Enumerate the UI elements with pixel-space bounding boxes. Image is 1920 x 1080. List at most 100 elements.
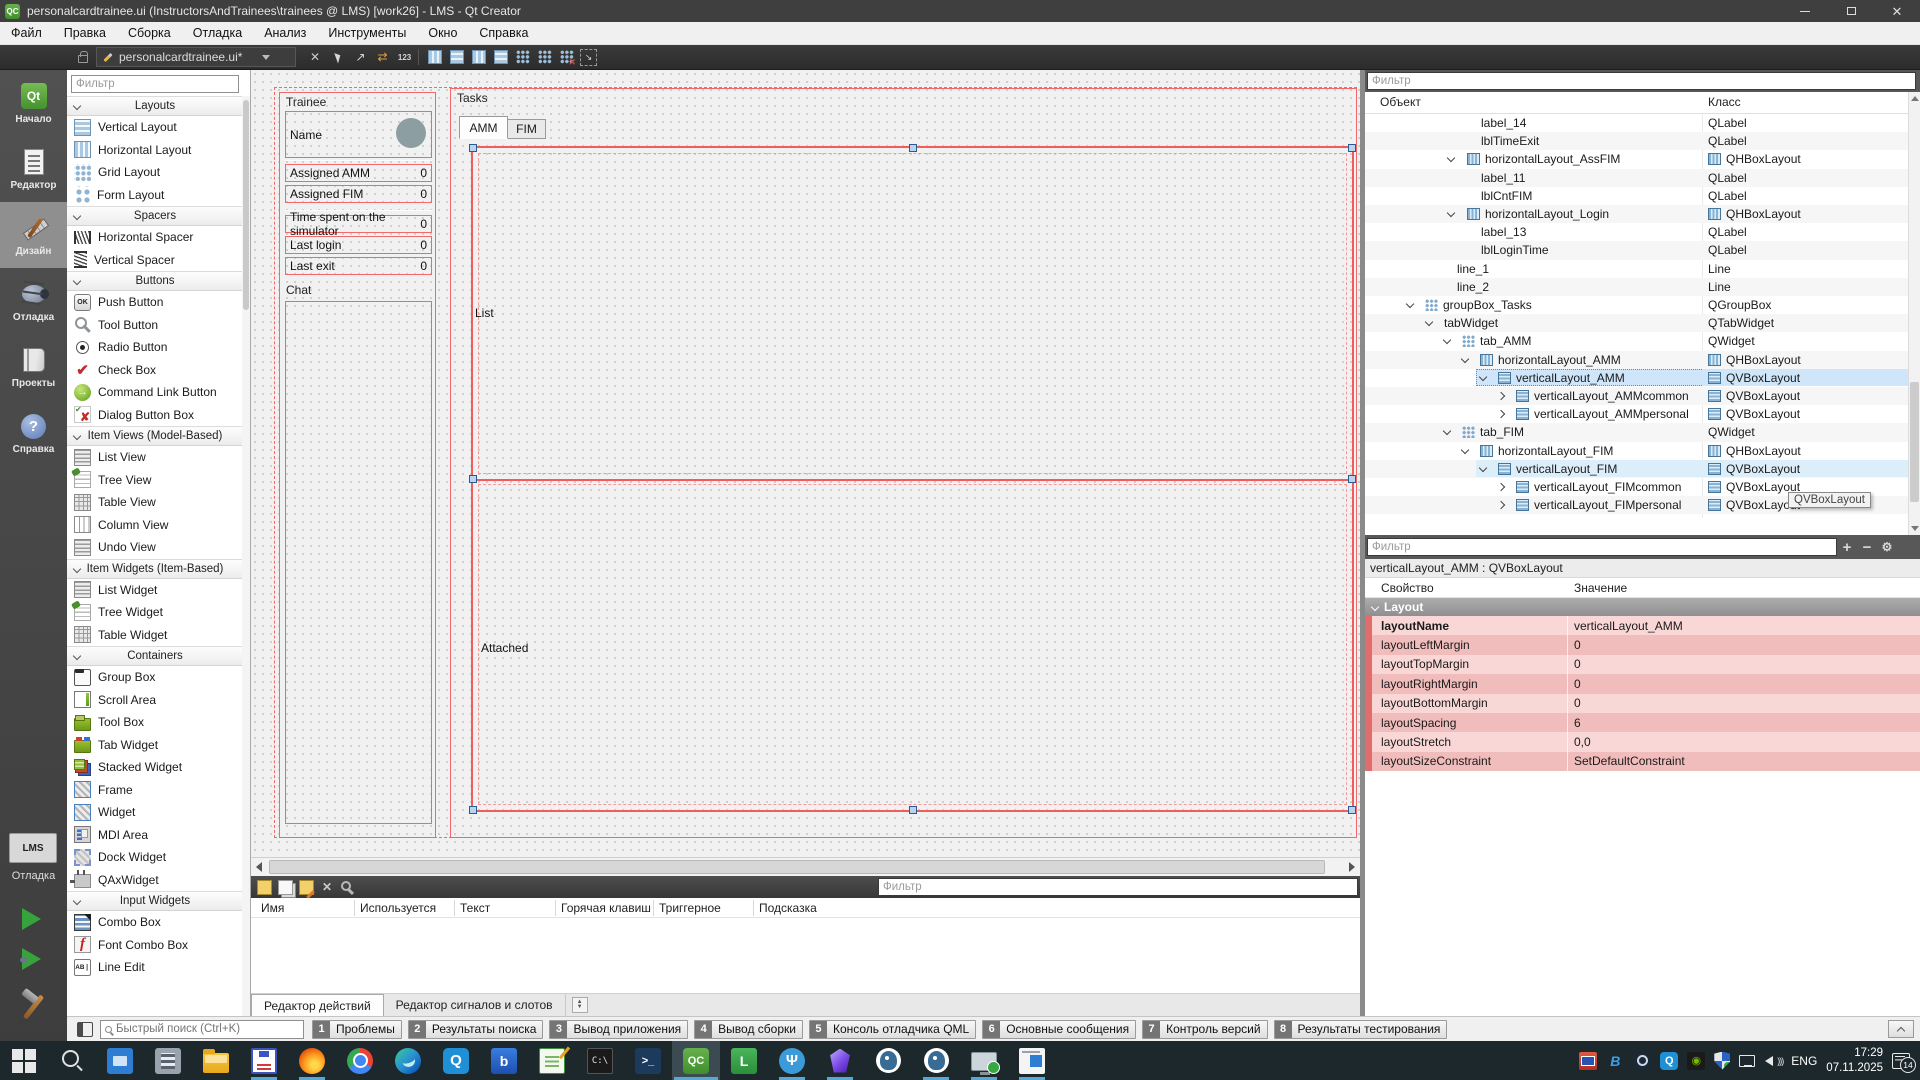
widget-item-table-widget[interactable]: Table Widget <box>67 624 243 647</box>
layout-grid-icon[interactable] <box>536 49 553 66</box>
scrollbar-thumb[interactable] <box>1910 382 1919 502</box>
property-row-layoutName[interactable]: layoutNameverticalLayout_AMM <box>1365 616 1920 635</box>
tree-row-label_13[interactable]: label_13QLabel <box>1365 223 1908 241</box>
close-button[interactable]: ✕ <box>1874 0 1920 22</box>
tree-row-horizontalLayout_Login[interactable]: horizontalLayout_LoginQHBoxLayout <box>1365 205 1908 223</box>
run-button[interactable] <box>22 908 41 930</box>
output-pane-Результаты поиска[interactable]: 2Результаты поиска <box>408 1020 544 1039</box>
property-column-label[interactable]: Свойство <box>1381 581 1434 595</box>
widget-item-tree-widget[interactable]: Tree Widget <box>67 601 243 624</box>
tab-splitter-button[interactable]: ▲▼ <box>572 997 588 1013</box>
mail-tray-icon[interactable] <box>1579 1052 1597 1070</box>
tree-row-line_2[interactable]: line_2Line <box>1365 278 1908 296</box>
widget-item-line-edit[interactable]: Line Edit <box>67 956 243 979</box>
object-tree-scrollbar[interactable] <box>1908 92 1920 535</box>
action-settings-button[interactable] <box>341 880 356 895</box>
minimize-button[interactable] <box>1782 0 1828 22</box>
output-pane-Проблемы[interactable]: 1Проблемы <box>312 1020 402 1039</box>
output-pane-Результаты тестирования[interactable]: 8Результаты тестирования <box>1274 1020 1448 1039</box>
chevron-down-icon[interactable] <box>1443 336 1451 344</box>
widget-section-Item Views (Model-Based)[interactable]: Item Views (Model-Based) <box>67 426 243 446</box>
tree-row-verticalLayout_AMMpersonal[interactable]: verticalLayout_AMMpersonalQVBoxLayout <box>1365 405 1908 423</box>
action-column-Имя[interactable]: Имя <box>261 898 284 918</box>
tab-fim[interactable]: FIM <box>508 119 546 139</box>
nvidia-icon[interactable] <box>1687 1052 1705 1070</box>
mode-Проекты[interactable]: Проекты <box>0 334 67 400</box>
widget-item-scroll-area[interactable]: Scroll Area <box>67 689 243 712</box>
taskbar-file-explorer[interactable] <box>192 1041 240 1080</box>
output-pane-Консоль отладчика QML[interactable]: 5Консоль отладчика QML <box>809 1020 976 1039</box>
chevron-down-icon[interactable] <box>1406 300 1414 308</box>
widget-item-dock-widget[interactable]: Dock Widget <box>67 846 243 869</box>
widget-item-command-link-button[interactable]: Command Link Button <box>67 381 243 404</box>
layout-form-icon[interactable] <box>514 49 531 66</box>
output-pane-Вывод приложения[interactable]: 3Вывод приложения <box>549 1020 688 1039</box>
action-column-Текст[interactable]: Текст <box>460 898 490 918</box>
menu-Анализ[interactable]: Анализ <box>253 22 317 44</box>
layout-section-header[interactable]: Layout <box>1365 598 1920 616</box>
property-row-layoutSizeConstraint[interactable]: layoutSizeConstraintSetDefaultConstraint <box>1365 752 1920 771</box>
tree-row-tab_FIM[interactable]: tab_FIMQWidget <box>1365 423 1908 441</box>
tree-row-label_11[interactable]: label_11QLabel <box>1365 169 1908 187</box>
scroll-up-icon[interactable] <box>1911 96 1919 101</box>
tree-row-verticalLayout_AMMcommon[interactable]: verticalLayout_AMMcommonQVBoxLayout <box>1365 387 1908 405</box>
selection-handle[interactable] <box>469 144 477 152</box>
menu-Правка[interactable]: Правка <box>53 22 117 44</box>
property-value[interactable]: 0 <box>1574 657 1581 671</box>
notification-icon[interactable]: 14 <box>1892 1053 1910 1069</box>
locator-input[interactable] <box>116 1023 299 1035</box>
trainee-field-row[interactable]: Time spent on the simulator0 <box>285 215 432 233</box>
action-filter-input[interactable] <box>878 878 1358 896</box>
widget-item-tool-button[interactable]: Tool Button <box>67 314 243 337</box>
mode-Дизайн[interactable]: Дизайн <box>0 202 67 268</box>
widget-item-tree-view[interactable]: Tree View <box>67 469 243 492</box>
break-layout-icon[interactable] <box>558 49 575 66</box>
tree-row-horizontalLayout_AMM[interactable]: horizontalLayout_AMMQHBoxLayout <box>1365 351 1908 369</box>
taskbar-chrome[interactable] <box>336 1041 384 1080</box>
widget-item-tool-box[interactable]: Tool Box <box>67 711 243 734</box>
tree-row-horizontalLayout_AssFIM[interactable]: horizontalLayout_AssFIMQHBoxLayout <box>1365 150 1908 168</box>
object-column-header[interactable]: Объект <box>1380 95 1421 109</box>
taskbar-mail-app[interactable] <box>480 1041 528 1080</box>
widget-item-horizontal-layout[interactable]: Horizontal Layout <box>67 139 243 162</box>
property-value[interactable]: 0 <box>1574 638 1581 652</box>
clock[interactable]: 17:29 07.11.2025 <box>1826 1046 1883 1075</box>
taskbar-lms-app[interactable] <box>720 1041 768 1080</box>
close-document-button[interactable]: ✕ <box>310 50 320 64</box>
widget-item-tab-widget[interactable]: Tab Widget <box>67 734 243 757</box>
steam-icon[interactable] <box>1633 1052 1651 1070</box>
output-pane-Вывод сборки[interactable]: 4Вывод сборки <box>694 1020 803 1039</box>
mode-Отладка[interactable]: Отладка <box>0 268 67 334</box>
edit-widgets-icon[interactable] <box>330 49 347 66</box>
property-value[interactable]: 0 <box>1574 696 1581 710</box>
widget-section-Layouts[interactable]: Layouts <box>67 96 243 116</box>
add-property-button[interactable]: + <box>1837 539 1857 556</box>
widget-item-list-widget[interactable]: List Widget <box>67 579 243 602</box>
widget-item-list-view[interactable]: List View <box>67 446 243 469</box>
widget-item-column-view[interactable]: Column View <box>67 514 243 537</box>
tree-row-verticalLayout_AMM[interactable]: verticalLayout_AMMQVBoxLayout <box>1365 369 1908 387</box>
chevron-down-icon[interactable] <box>1447 154 1455 162</box>
edit-action-button[interactable] <box>299 880 314 895</box>
widget-section-Input Widgets[interactable]: Input Widgets <box>67 891 243 911</box>
taskbar-notes-app[interactable] <box>528 1041 576 1080</box>
canvas-horizontal-scrollbar[interactable] <box>251 857 1360 876</box>
tree-row-verticalLayout_FIM[interactable]: verticalLayout_FIMQVBoxLayout <box>1365 460 1908 478</box>
widget-section-Item Widgets (Item-Based)[interactable]: Item Widgets (Item-Based) <box>67 559 243 579</box>
taskbar-start[interactable] <box>0 1041 48 1080</box>
chevron-right-icon[interactable] <box>1497 410 1505 418</box>
form-canvas[interactable]: Trainee Name Assigned AMM0Assigned FIM0T… <box>251 70 1360 857</box>
property-filter-input[interactable] <box>1367 538 1837 556</box>
mode-Справка[interactable]: ?Справка <box>0 400 67 466</box>
property-row-layoutLeftMargin[interactable]: layoutLeftMargin0 <box>1365 635 1920 654</box>
widget-item-stacked-widget[interactable]: Stacked Widget <box>67 756 243 779</box>
menu-Файл[interactable]: Файл <box>0 22 53 44</box>
selection-handle[interactable] <box>1348 806 1356 814</box>
taskbar-edge[interactable] <box>384 1041 432 1080</box>
edit-taborder-icon[interactable] <box>396 49 413 66</box>
output-pane-Основные сообщения[interactable]: 6Основные сообщения <box>982 1020 1136 1039</box>
tree-row-horizontalLayout_FIM[interactable]: horizontalLayout_FIMQHBoxLayout <box>1365 442 1908 460</box>
tasks-groupbox[interactable]: Tasks AMM FIM List Attached <box>450 88 1357 838</box>
taskbar-search[interactable] <box>48 1041 96 1080</box>
chevron-down-icon[interactable] <box>1443 427 1451 435</box>
